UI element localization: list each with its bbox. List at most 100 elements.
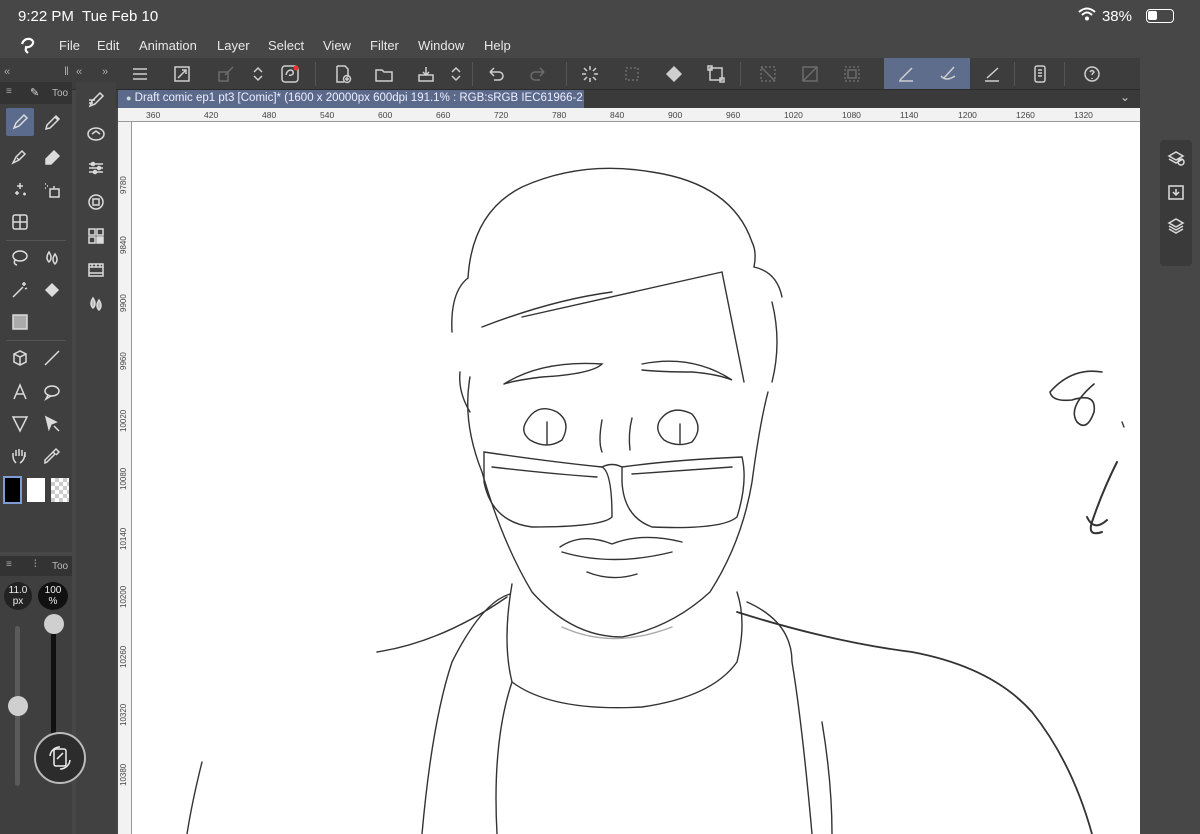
document-tab[interactable]: ● Draft comic ep1 pt3 [Comic]* (1600 x 2… [118,90,584,108]
ruler-tick: 10020 [119,409,128,432]
operation-tool-icon[interactable] [38,410,66,438]
airbrush-tool-icon[interactable] [38,176,66,204]
wifi-icon [1078,7,1096,25]
brush-size-value: 11.0 [8,585,28,596]
clip-studio-assets-icon[interactable] [276,60,304,88]
line-tool-icon[interactable] [38,344,66,372]
opacity-slider[interactable] [51,626,56,736]
timeline-icon[interactable] [82,256,110,284]
menu-help[interactable]: Help [484,38,511,53]
brush-tool-icon[interactable] [6,142,34,170]
layers-icon[interactable] [1162,212,1190,240]
crop-icon[interactable] [618,60,646,88]
decoration-tool-icon[interactable] [6,176,34,204]
collapse-panel-icon[interactable]: « [76,66,82,78]
brush-size-slider-handle[interactable] [8,696,28,716]
tool-property-tab-icon[interactable]: ⫶ [34,559,37,570]
panel-grip-icon[interactable]: ‖ [64,64,69,78]
transform-handles-icon[interactable] [702,60,730,88]
drawing-canvas[interactable] [132,122,1140,834]
brush-size-indicator[interactable]: 11.0 px [4,582,32,610]
ruler-tick: 9780 [119,176,128,194]
save-icon[interactable] [412,60,440,88]
open-folder-icon[interactable] [370,60,398,88]
layer-property-icon[interactable] [82,290,110,318]
panel-menu-icon[interactable]: ≡ [6,559,12,570]
clip-studio-logo-icon[interactable] [18,37,38,58]
brush-tab-icon[interactable]: ✎ [30,86,39,99]
chevron-down-icon[interactable]: ⌄ [1120,90,1130,104]
tool-panel: ≡ ✎ Too [0,82,72,552]
opacity-slider-handle[interactable] [44,614,64,634]
snap-to-grid-icon[interactable] [978,60,1006,88]
ruler-tick: 9900 [119,294,128,312]
ruler-tick: 720 [494,110,509,120]
redo-icon[interactable] [524,60,552,88]
document-title: Draft comic ep1 pt3 [Comic]* (1600 x 200… [134,92,584,104]
companion-mode-icon[interactable] [1026,60,1054,88]
main-color-swatch[interactable] [3,476,22,504]
loading-spinner-icon[interactable] [576,60,604,88]
color-set-icon[interactable] [82,222,110,250]
tool-panel-tab[interactable]: Too [52,88,68,99]
collapse-left-icon[interactable]: « [4,66,10,78]
swap-color-button[interactable] [34,732,86,784]
expand-panel-icon[interactable]: » [102,66,108,78]
balloon-tool-icon[interactable] [38,378,66,406]
ruler-tick: 1260 [1016,110,1035,120]
layer-search-icon[interactable] [1162,144,1190,172]
menu-file[interactable]: File [59,38,80,53]
blend-tool-icon[interactable] [38,244,66,272]
scroll-updown-icon[interactable] [244,60,272,88]
sub-tool-brush-icon[interactable] [82,86,110,114]
brush-size-unit: px [12,596,24,607]
3d-object-tool-icon[interactable] [6,344,34,372]
status-time: 9:22 PM [18,8,74,25]
ruler-tick: 420 [204,110,219,120]
material-download-icon[interactable] [1162,178,1190,206]
pencil-tool-icon[interactable] [38,108,66,136]
eyedropper-tool-icon[interactable] [38,442,66,470]
gradient-tool-icon[interactable] [6,308,34,336]
menu-filter[interactable]: Filter [370,38,399,53]
menu-animation[interactable]: Animation [139,38,197,53]
frame-border-tool-icon[interactable] [6,208,34,236]
eraser-tool-icon[interactable] [38,142,66,170]
menu-view[interactable]: View [323,38,351,53]
hand-tool-icon[interactable] [6,442,34,470]
ruler-tick: 9960 [119,352,128,370]
correct-line-tool-icon[interactable] [6,410,34,438]
transform-icon[interactable] [212,60,240,88]
tool-property-tab[interactable]: Too [52,561,68,572]
transparent-color-swatch[interactable] [51,478,69,502]
snap-to-special-ruler-icon[interactable] [934,60,962,88]
menu-select[interactable]: Select [268,38,304,53]
menu-edit[interactable]: Edit [97,38,119,53]
fit-screen-icon[interactable] [168,60,196,88]
text-tool-icon[interactable] [6,378,34,406]
sub-color-swatch[interactable] [27,478,45,502]
save-options-icon[interactable] [442,60,470,88]
snap-to-ruler-icon[interactable] [892,60,920,88]
tool-property-icon[interactable] [82,154,110,182]
magic-wand-tool-icon[interactable] [6,276,34,304]
deselect-icon[interactable] [754,60,782,88]
new-file-icon[interactable] [328,60,356,88]
opacity-indicator[interactable]: 100 % [38,582,68,610]
color-wheel-icon[interactable] [82,188,110,216]
fill-bucket-icon[interactable] [660,60,688,88]
help-icon[interactable] [1078,60,1106,88]
brush-shape-icon[interactable] [82,120,110,148]
tool-panel-header: ≡ ✎ Too [0,82,72,104]
hamburger-menu-icon[interactable] [126,60,154,88]
pen-tool-icon[interactable] [6,108,34,136]
invert-selection-icon[interactable] [796,60,824,88]
fill-tool-icon[interactable] [38,276,66,304]
panel-menu-icon[interactable]: ≡ [6,86,12,97]
selection-border-icon[interactable] [838,60,866,88]
undo-icon[interactable] [482,60,510,88]
menu-layer[interactable]: Layer [217,38,250,53]
menu-window[interactable]: Window [418,38,464,53]
ruler-tick: 10380 [119,763,128,786]
lasso-tool-icon[interactable] [6,244,34,272]
